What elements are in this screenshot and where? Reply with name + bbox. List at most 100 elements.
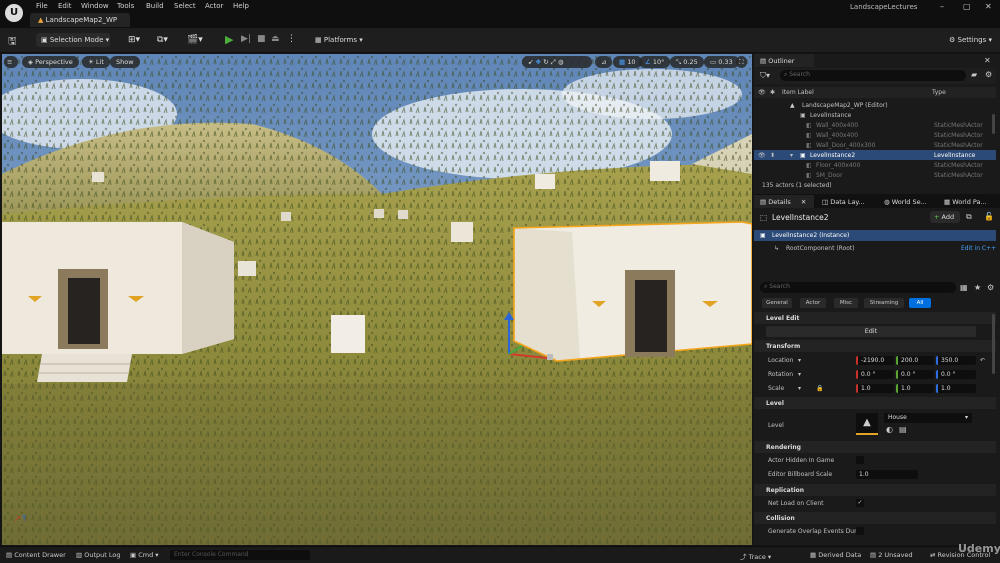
scale-snap-button[interactable]: ⤡ 0.25 [670, 56, 704, 68]
use-selected-icon[interactable]: ▤ [899, 425, 907, 434]
close-icon[interactable]: ✕ [984, 56, 991, 65]
level-viewport[interactable]: ≡ ◈ Perspective ☀ Lit Show ➹ ✥ ↻ ⤢ ◍ ⊿ ▦… [2, 54, 752, 545]
location-x-field[interactable]: -2190.0 [856, 356, 894, 365]
level-asset-dropdown[interactable]: House ▾ [884, 413, 972, 423]
edit-button[interactable]: Edit [766, 326, 976, 337]
unsaved-button[interactable]: ▤ 2 Unsaved [870, 551, 913, 559]
outliner-row[interactable]: ▲ LandscapeMap2_WP (Editor) [754, 100, 996, 110]
visibility-icon[interactable]: 👁 [758, 152, 766, 159]
rotation-z-field[interactable]: 0.0 ° [936, 370, 976, 379]
lock-icon[interactable]: 🔒 [816, 385, 823, 392]
level-edit-section[interactable]: Level Edit [754, 312, 996, 324]
pin-icon[interactable]: ⬍ [770, 152, 775, 159]
settings-icon[interactable]: ⚙ [985, 70, 992, 79]
menu-file[interactable]: File [36, 2, 48, 10]
level-section[interactable]: Level [754, 397, 996, 409]
show-button[interactable]: Show [110, 56, 140, 68]
blueprint-icon[interactable]: ⧉ [966, 212, 972, 222]
edit-in-cpp-link[interactable]: Edit in C++ [961, 245, 996, 252]
blueprint-icon[interactable]: ⧉▾ [157, 35, 168, 45]
scale-label[interactable]: Scale [768, 385, 784, 392]
cinematics-icon[interactable]: 🎬▾ [187, 35, 203, 45]
play-icon[interactable]: ▶ [225, 33, 233, 46]
outliner-row[interactable]: ◧ SM_Door StaticMeshActor [754, 170, 996, 180]
outliner-row-selected[interactable]: 👁 ⬍ ▾ ▣ LevelInstance2 LevelInstance [754, 150, 996, 160]
unreal-logo-icon[interactable]: U [5, 4, 23, 22]
filter-all[interactable]: All [909, 298, 931, 308]
filter-actor[interactable]: Actor [800, 298, 826, 308]
rotation-label[interactable]: Rotation [768, 371, 793, 378]
content-drawer-button[interactable]: ▤ Content Drawer [6, 551, 66, 559]
derived-data-button[interactable]: ▦ Derived Data [810, 551, 861, 559]
output-log-button[interactable]: ▥ Output Log [76, 551, 120, 559]
location-z-field[interactable]: 350.0 [936, 356, 976, 365]
trace-button[interactable]: ⤴ Trace ▾ [740, 551, 771, 561]
rendering-section[interactable]: Rendering [754, 441, 996, 453]
type-header[interactable]: Type [932, 89, 946, 96]
location-y-field[interactable]: 200.0 [896, 356, 934, 365]
lit-button[interactable]: ☀ Lit [82, 56, 110, 68]
outliner-row[interactable]: ▣ LevelInstance [754, 110, 996, 120]
close-icon[interactable]: ✕ [801, 198, 806, 206]
filter-icon[interactable]: ⛉▾ [760, 71, 770, 81]
transform-section[interactable]: Transform [754, 340, 996, 352]
save-icon[interactable]: 🖫 [8, 34, 17, 51]
outliner-row[interactable]: ◧ Wall_Door_400x300 StaticMeshActor [754, 140, 996, 150]
scale-z-field[interactable]: 1.0 [936, 384, 976, 393]
hidden-in-game-checkbox[interactable] [856, 456, 864, 464]
location-label[interactable]: Location [768, 357, 793, 364]
actor-name[interactable]: LevelInstance2 [772, 213, 828, 222]
console-input[interactable]: Enter Console Command [170, 550, 310, 560]
perspective-button[interactable]: ◈ Perspective [22, 56, 79, 68]
scale-y-field[interactable]: 1.0 [896, 384, 934, 393]
item-label-header[interactable]: Item Label [782, 89, 814, 96]
rotation-x-field[interactable]: 0.0 ° [856, 370, 894, 379]
details-search-input[interactable]: ⌕ Search [760, 282, 956, 293]
menu-window[interactable]: Window [81, 2, 109, 10]
scale-x-field[interactable]: 1.0 [856, 384, 894, 393]
minimize-icon[interactable]: – [940, 2, 944, 11]
level-tab[interactable]: ▲ LandscapeMap2_WP [30, 13, 130, 27]
table-view-icon[interactable]: ▦ [960, 283, 968, 292]
outliner-row[interactable]: ◧ Floor_400x400 StaticMeshActor [754, 160, 996, 170]
overlap-events-checkbox[interactable] [856, 527, 864, 535]
viewport-menu-icon[interactable]: ≡ [4, 56, 18, 68]
outliner-row[interactable]: ◧ Wall_400x400 StaticMeshActor [754, 130, 996, 140]
filter-streaming[interactable]: Streaming [864, 298, 904, 308]
more-options-icon[interactable]: ⋮ [287, 34, 296, 44]
chevron-down-icon[interactable]: ▾ [790, 152, 793, 159]
outliner-search-input[interactable]: ⌕ Search [780, 70, 966, 81]
filter-general[interactable]: General [762, 298, 792, 308]
menu-tools[interactable]: Tools [117, 2, 134, 10]
outliner-tab[interactable]: ▤ Outliner [754, 54, 814, 67]
world-settings-tab[interactable]: ◍ World Se... [878, 195, 933, 208]
surface-snap-icon[interactable]: ⊿ [595, 56, 613, 68]
billboard-scale-field[interactable]: 1.0 [856, 470, 918, 479]
menu-select[interactable]: Select [174, 2, 196, 10]
chevron-down-icon[interactable]: ▾ [798, 385, 801, 392]
grid-snap-button[interactable]: ▦ 10 [613, 56, 642, 68]
platforms-dropdown[interactable]: ▦ Platforms ▾ [310, 33, 363, 47]
rotation-y-field[interactable]: 0.0 ° [896, 370, 934, 379]
rotation-snap-button[interactable]: ∠ 10° [639, 56, 671, 68]
folder-icon[interactable]: ▰ [971, 70, 977, 79]
world-partition-tab[interactable]: ▦ World Pa... [938, 195, 993, 208]
eject-icon[interactable]: ⏏ [271, 34, 280, 44]
details-tab[interactable]: ▤ Details ✕ [754, 195, 814, 208]
menu-actor[interactable]: Actor [205, 2, 223, 10]
lock-icon[interactable]: 🔓 [984, 212, 994, 221]
filter-misc[interactable]: Misc [834, 298, 858, 308]
root-component-row[interactable]: ↳ RootComponent (Root) Edit in C++ [754, 243, 996, 254]
step-icon[interactable]: ▶| [241, 34, 251, 44]
outliner-row[interactable]: ◧ Wall_400x400 StaticMeshActor [754, 120, 996, 130]
browse-icon[interactable]: ◐ [886, 425, 893, 434]
net-load-checkbox[interactable]: ✓ [856, 499, 864, 507]
outliner-scrollbar[interactable] [992, 114, 995, 134]
chevron-down-icon[interactable]: ▾ [798, 357, 801, 364]
add-component-button[interactable]: + Add [930, 211, 960, 223]
reset-icon[interactable]: ↶ [980, 357, 985, 364]
menu-build[interactable]: Build [146, 2, 164, 10]
replication-section[interactable]: Replication [754, 484, 996, 496]
details-scrollbar[interactable] [992, 314, 995, 374]
close-icon[interactable]: ✕ [985, 2, 992, 11]
